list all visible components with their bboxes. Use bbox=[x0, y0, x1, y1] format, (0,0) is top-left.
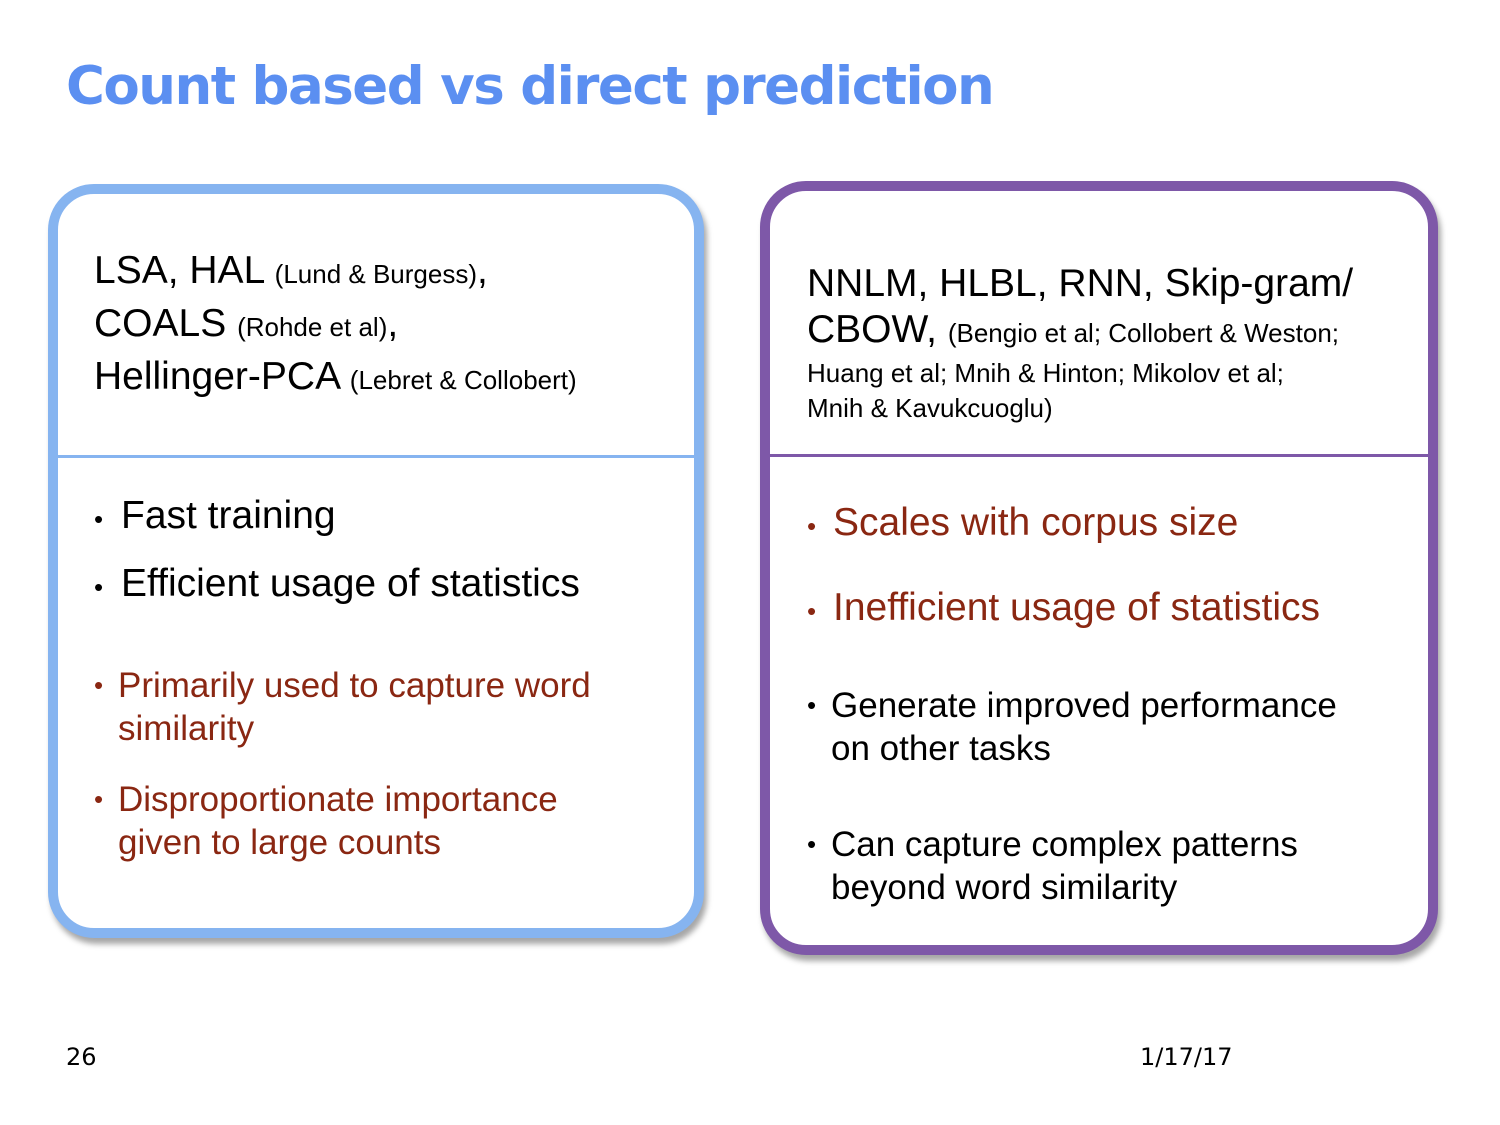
count-based-panel: LSA, HAL (Lund & Burgess), COALS (Rohde … bbox=[48, 184, 704, 938]
citation: (Lebret & Collobert) bbox=[349, 365, 577, 395]
slide-title: Count based vs direct prediction bbox=[66, 56, 995, 117]
citation: Huang et al; Mnih & Hinton; Mikolov et a… bbox=[807, 358, 1284, 388]
count-based-methods-heading: LSA, HAL (Lund & Burgess), COALS (Rohde … bbox=[94, 246, 664, 405]
citation: (Lund & Burgess) bbox=[274, 259, 477, 289]
heading-line: COALS (Rohde et al), bbox=[94, 302, 399, 345]
citation: Mnih & Kavukcuoglu) bbox=[807, 393, 1053, 423]
direct-prediction-panel: NNLM, HLBL, RNN, Skip-gram/ CBOW, (Bengi… bbox=[760, 181, 1438, 955]
citation: (Rohde et al) bbox=[237, 312, 388, 342]
direct-prediction-bullet-list: • Scales with corpus size • Inefficient … bbox=[807, 501, 1337, 907]
citation: (Bengio et al; Collobert & Weston; bbox=[947, 318, 1340, 348]
direct-prediction-methods-heading: NNLM, HLBL, RNN, Skip-gram/ CBOW, (Bengi… bbox=[807, 261, 1407, 426]
slide-date: 1/17/17 bbox=[1140, 1043, 1233, 1071]
heading-line: Hellinger-PCA (Lebret & Collobert) bbox=[94, 355, 577, 398]
count-based-bullet-list: • Fast training • Efficient usage of sta… bbox=[94, 494, 591, 862]
panel-divider bbox=[770, 454, 1428, 457]
panel-divider bbox=[58, 455, 694, 458]
page-number: 26 bbox=[66, 1043, 97, 1071]
heading-line: LSA, HAL (Lund & Burgess), bbox=[94, 249, 488, 292]
